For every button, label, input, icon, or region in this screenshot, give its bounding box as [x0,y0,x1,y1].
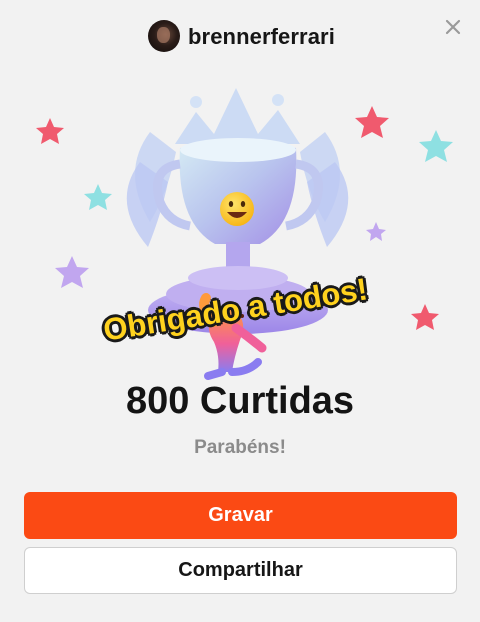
trophy-illustration [36,88,453,380]
close-icon[interactable] [442,16,464,38]
header: brennerferrari [0,0,480,72]
record-button[interactable]: Gravar [24,492,457,539]
avatar[interactable] [148,20,180,52]
username[interactable]: brennerferrari [188,24,335,50]
milestone-subtitle: Parabéns! [194,437,286,458]
milestone-title: 800 Curtidas [125,380,355,422]
share-button[interactable]: Compartilhar [24,547,457,594]
celebration-illustration: Obrigado a todos! [0,72,480,392]
